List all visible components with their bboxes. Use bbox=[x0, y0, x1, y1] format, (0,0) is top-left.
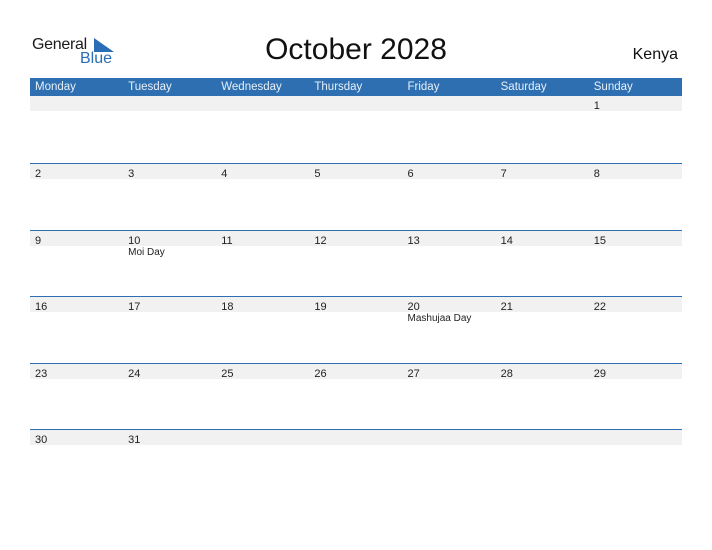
country-label: Kenya bbox=[632, 46, 678, 63]
day-number: 15 bbox=[593, 234, 606, 247]
date-strip: 2 3 4 5 6 7 8 bbox=[30, 164, 682, 180]
day-number: 29 bbox=[593, 367, 606, 380]
day-number: 9 bbox=[35, 234, 42, 247]
day-cell: 17 bbox=[123, 297, 216, 314]
day-cell: 16 bbox=[30, 297, 123, 314]
day-cell: 31 bbox=[123, 430, 216, 447]
day-cell: 24 bbox=[123, 364, 216, 380]
day-cell bbox=[496, 430, 589, 445]
day-number: 24 bbox=[128, 367, 141, 380]
day-cell: 13 bbox=[403, 231, 496, 247]
day-cell bbox=[216, 430, 309, 445]
page-title: October 2028 bbox=[265, 33, 447, 66]
day-number: 7 bbox=[500, 168, 507, 180]
day-cell: 9 bbox=[30, 231, 123, 247]
weekday-monday: Monday bbox=[35, 81, 76, 93]
day-number: 6 bbox=[407, 168, 414, 180]
day-number: 23 bbox=[35, 367, 48, 380]
day-cell bbox=[30, 96, 123, 111]
day-number: 14 bbox=[500, 234, 513, 247]
day-number: 20 bbox=[407, 301, 420, 314]
day-number: 13 bbox=[407, 234, 420, 247]
day-cell: 4 bbox=[216, 164, 309, 180]
day-number: 31 bbox=[128, 434, 141, 447]
day-cell: 10 Moi Day bbox=[123, 231, 216, 258]
weeks-container: 1 2 3 4 5 6 7 8 9 10 Moi Day 11 12 13 14 15 16 17 18 19 20 Ma… bbox=[30, 96, 682, 496]
day-cell: 15 bbox=[589, 231, 682, 247]
weekday-wednesday: Wednesday bbox=[221, 81, 282, 93]
day-cell: 28 bbox=[496, 364, 589, 380]
day-cell: 1 bbox=[589, 96, 682, 112]
day-number: 2 bbox=[35, 168, 42, 180]
day-cell: 21 bbox=[496, 297, 589, 314]
day-cell: 3 bbox=[123, 164, 216, 180]
day-number: 8 bbox=[593, 168, 600, 180]
date-strip: 16 17 18 19 20 Mashujaa Day 21 22 bbox=[30, 297, 682, 324]
day-cell: 7 bbox=[496, 164, 589, 180]
day-number: 12 bbox=[314, 234, 327, 247]
day-cell: 26 bbox=[309, 364, 402, 380]
weekday-sunday: Sunday bbox=[593, 81, 633, 93]
day-cell: 2 bbox=[30, 164, 123, 180]
date-strip: 9 10 Moi Day 11 12 13 14 15 bbox=[30, 230, 682, 258]
week-row: 9 10 Moi Day 11 12 13 14 15 bbox=[30, 229, 682, 297]
day-number: 17 bbox=[128, 301, 141, 314]
day-cell: 27 bbox=[403, 364, 496, 380]
holiday-label: Mashujaa Day bbox=[407, 313, 472, 325]
day-cell: 23 bbox=[30, 364, 123, 380]
day-cell bbox=[403, 96, 496, 111]
day-cell: 11 bbox=[216, 231, 309, 247]
weekday-thursday: Thursday bbox=[314, 81, 363, 93]
day-number: 1 bbox=[593, 100, 600, 112]
day-number: 10 bbox=[128, 234, 141, 247]
day-cell: 20 Mashujaa Day bbox=[403, 297, 496, 324]
day-number: 22 bbox=[593, 301, 606, 314]
day-cell bbox=[589, 430, 682, 445]
day-number: 18 bbox=[221, 301, 234, 314]
weekday-saturday: Saturday bbox=[500, 81, 547, 93]
day-number: 3 bbox=[128, 168, 135, 180]
day-cell bbox=[496, 96, 589, 111]
day-cell: 30 bbox=[30, 430, 123, 447]
day-number: 4 bbox=[221, 168, 228, 180]
weekday-tuesday: Tuesday bbox=[128, 81, 172, 93]
weekday-header: Monday Tuesday Wednesday Thursday Friday… bbox=[30, 78, 682, 96]
day-cell bbox=[309, 96, 402, 111]
week-row: 1 bbox=[30, 96, 682, 163]
day-cell bbox=[309, 430, 402, 445]
day-number: 25 bbox=[221, 367, 234, 380]
day-number: 16 bbox=[35, 301, 48, 314]
day-number: 5 bbox=[314, 168, 321, 180]
date-strip: 30 31 bbox=[30, 430, 682, 447]
day-number: 26 bbox=[314, 367, 327, 380]
week-row: 16 17 18 19 20 Mashujaa Day 21 22 bbox=[30, 296, 682, 363]
day-cell: 14 bbox=[496, 231, 589, 247]
day-number: 11 bbox=[221, 234, 233, 247]
day-cell: 22 bbox=[589, 297, 682, 314]
day-number: 27 bbox=[407, 367, 420, 380]
week-row: 30 31 bbox=[30, 429, 682, 496]
day-number: 28 bbox=[500, 367, 513, 380]
day-number: 21 bbox=[500, 301, 513, 314]
week-row: 2 3 4 5 6 7 8 bbox=[30, 163, 682, 230]
day-cell: 19 bbox=[309, 297, 402, 314]
day-cell: 25 bbox=[216, 364, 309, 380]
day-cell: 12 bbox=[309, 231, 402, 247]
date-strip: 23 24 25 26 27 28 29 bbox=[30, 363, 682, 380]
day-cell bbox=[216, 96, 309, 111]
day-cell bbox=[403, 430, 496, 445]
weekday-friday: Friday bbox=[407, 81, 440, 93]
holiday-label: Moi Day bbox=[128, 246, 165, 258]
day-number: 30 bbox=[35, 434, 48, 447]
day-cell: 5 bbox=[309, 164, 402, 180]
day-cell bbox=[123, 96, 216, 111]
day-number: 19 bbox=[314, 301, 327, 314]
day-cell: 6 bbox=[403, 164, 496, 180]
calendar-grid: Monday Tuesday Wednesday Thursday Friday… bbox=[30, 78, 682, 496]
day-cell: 18 bbox=[216, 297, 309, 314]
date-strip: 1 bbox=[30, 96, 682, 112]
day-cell: 8 bbox=[589, 164, 682, 180]
week-row: 23 24 25 26 27 28 29 bbox=[30, 362, 682, 430]
day-cell: 29 bbox=[589, 364, 682, 380]
